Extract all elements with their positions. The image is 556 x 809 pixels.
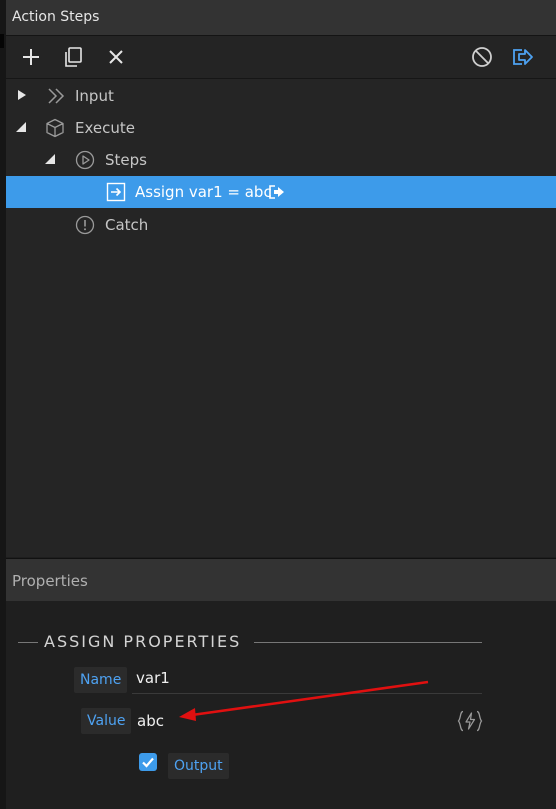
value-label: Value <box>81 708 132 734</box>
delete-step-button[interactable] <box>103 44 129 70</box>
properties-header: Properties <box>6 558 556 602</box>
exit-step-button[interactable] <box>510 44 536 70</box>
copy-step-button[interactable] <box>60 44 86 70</box>
exclamation-circle-icon <box>75 215 95 235</box>
properties-title: Properties <box>12 572 88 590</box>
properties-panel: ASSIGN PROPERTIES Name var1 Value abc Ou… <box>6 601 556 809</box>
action-steps-header: Action Steps <box>6 0 556 36</box>
panel-title: Action Steps <box>12 9 100 25</box>
disable-step-button[interactable] <box>469 44 495 70</box>
tree-item-label: Input <box>75 87 114 105</box>
tree-item-label: Execute <box>75 119 135 137</box>
tree-item-label: Steps <box>105 151 147 169</box>
exit-icon <box>513 49 533 65</box>
close-icon <box>109 50 123 64</box>
cube-icon <box>46 118 64 138</box>
add-step-button[interactable] <box>18 44 44 70</box>
section-divider <box>254 642 482 643</box>
tree-item-steps[interactable]: Steps <box>6 144 556 176</box>
copy-icon <box>65 47 82 67</box>
collapse-toggle-icon[interactable] <box>16 122 26 132</box>
name-field[interactable]: var1 <box>136 669 170 687</box>
exit-step-icon <box>269 185 284 199</box>
collapse-toggle-icon[interactable] <box>45 154 55 164</box>
tree-item-catch[interactable]: Catch <box>6 209 556 241</box>
lightning-icon[interactable] <box>457 710 483 732</box>
section-title: ASSIGN PROPERTIES <box>44 632 242 651</box>
tree-item-execute[interactable]: Execute <box>6 112 556 144</box>
plus-icon <box>23 49 39 65</box>
output-label[interactable]: Output <box>168 753 229 779</box>
assign-arrow-icon <box>106 182 126 202</box>
tree-item-input[interactable]: Input <box>6 80 556 112</box>
toolbar <box>6 36 556 79</box>
disable-icon <box>472 47 492 67</box>
tree-item-label: Catch <box>105 216 149 234</box>
steps-tree: Input Execute Steps Assign var1 = abc Ca… <box>6 79 556 557</box>
tree-item-label: Assign var1 = abc <box>135 183 272 201</box>
section-divider <box>18 642 38 643</box>
output-checkbox[interactable] <box>139 753 157 771</box>
value-field[interactable]: abc <box>137 712 164 730</box>
name-label: Name <box>74 667 128 693</box>
edge-marker <box>0 34 4 48</box>
play-circle-icon <box>75 150 95 170</box>
checkmark-icon <box>142 757 154 768</box>
name-field-underline <box>132 693 482 694</box>
chevrons-right-icon <box>48 88 65 104</box>
expand-toggle-icon[interactable] <box>17 90 27 100</box>
tree-item-assign-var1[interactable]: Assign var1 = abc <box>6 176 556 208</box>
